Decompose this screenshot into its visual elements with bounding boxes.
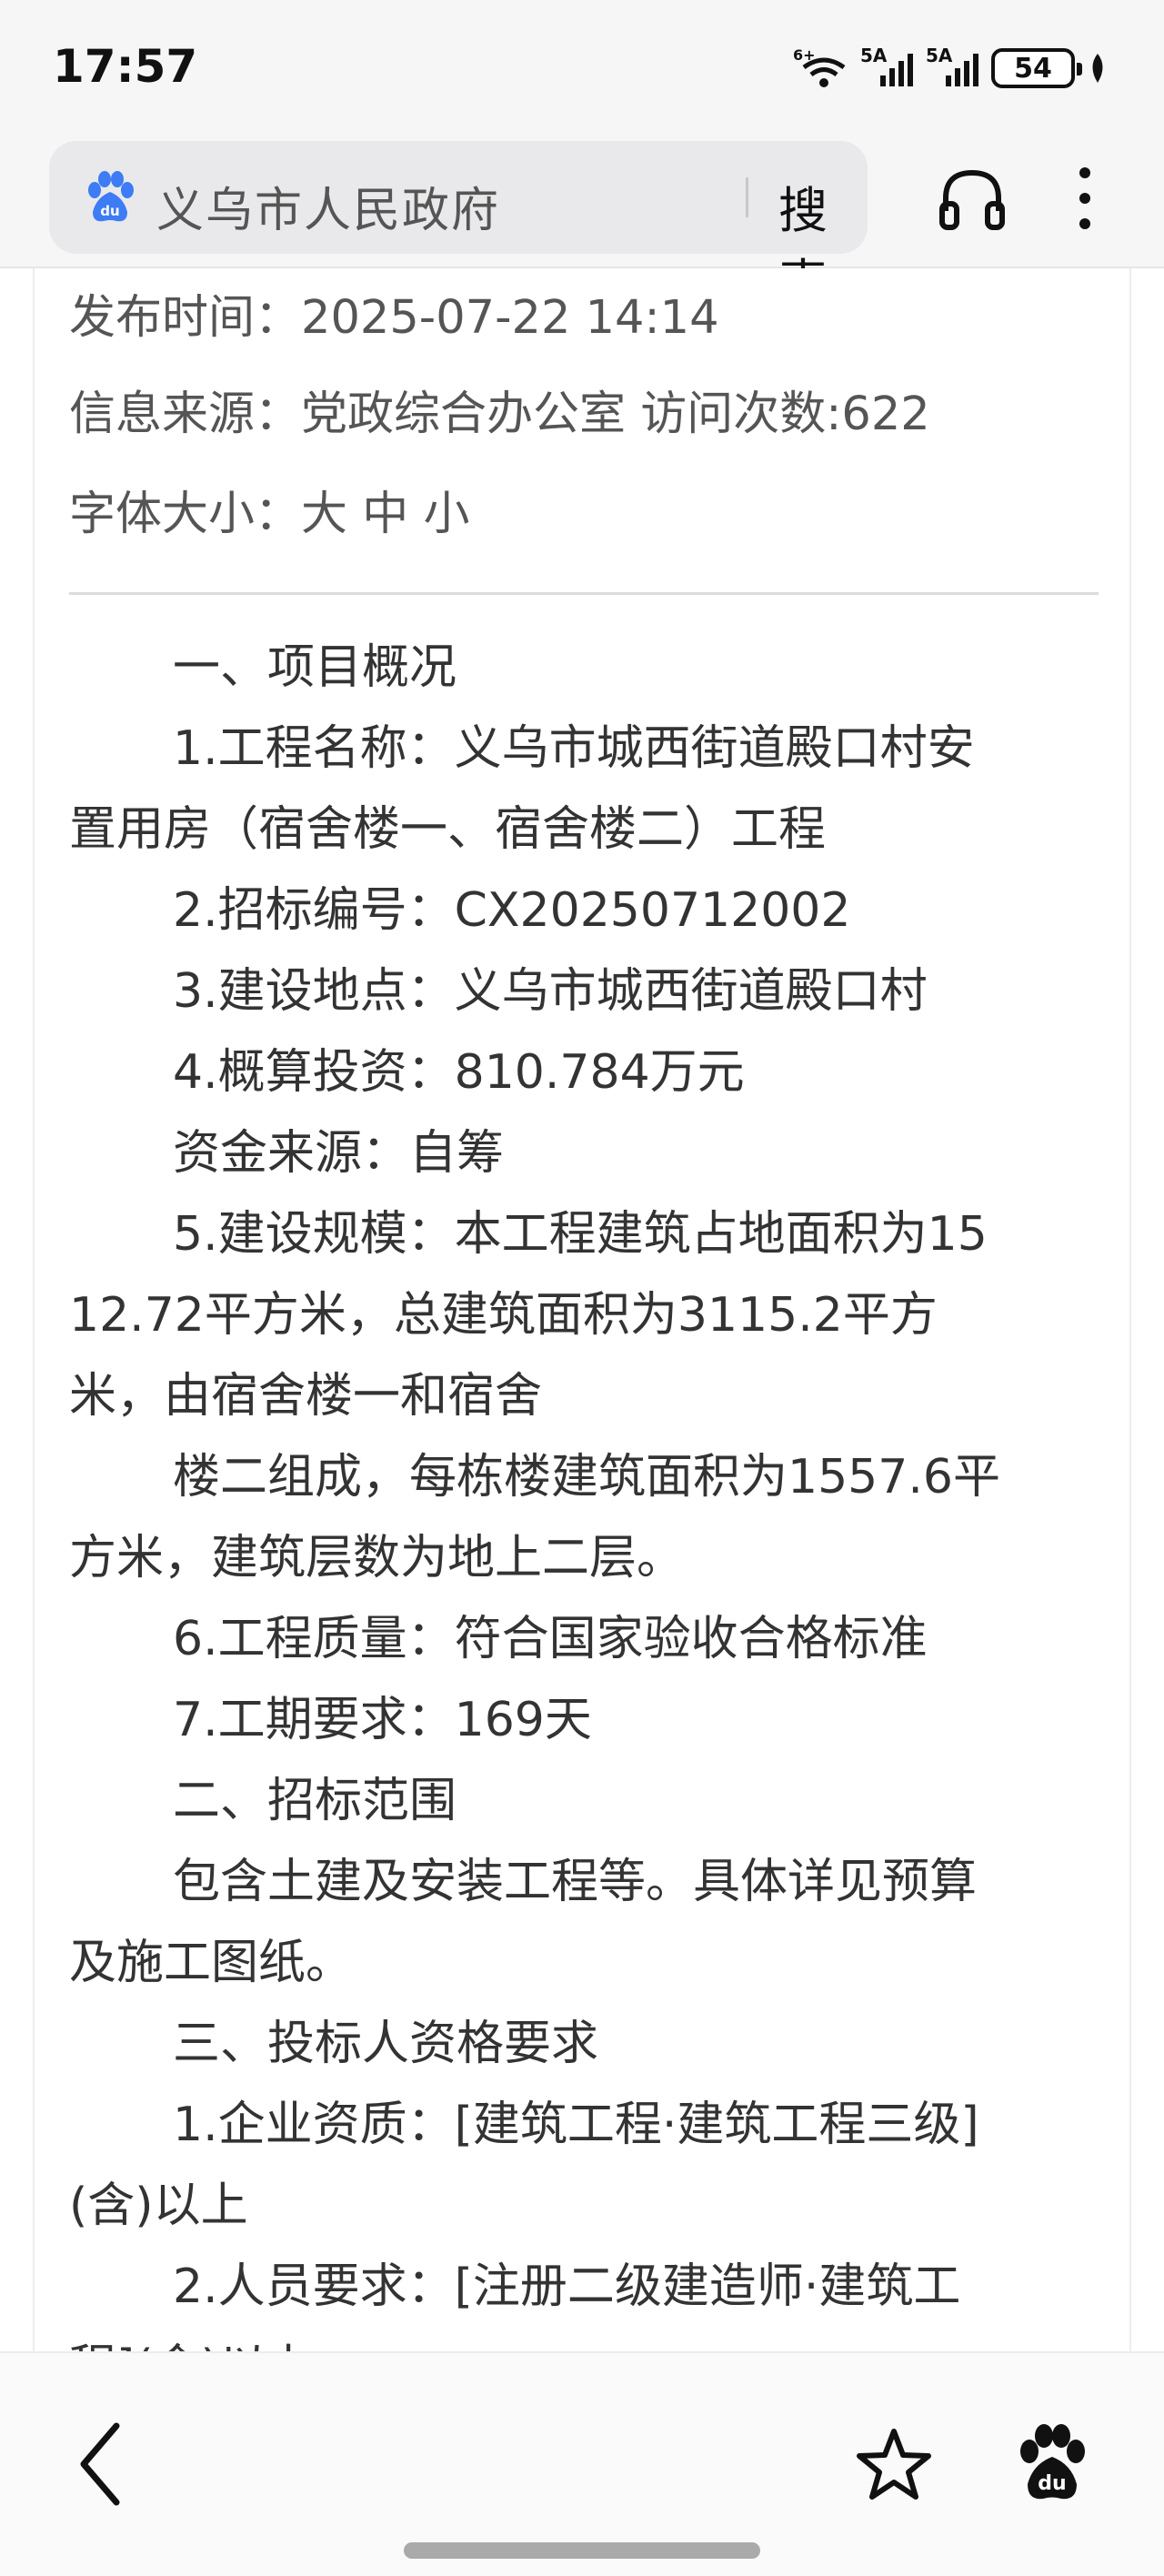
content-line: 2.招标编号：CX20250712002 (173, 883, 851, 938)
content-line: 包含土建及安装工程等。具体详见预算 (173, 1855, 978, 1909)
signal-1-icon: 5A (860, 45, 913, 86)
content-line: 三、投标人资格要求 (173, 2017, 599, 2071)
content-line: 方米，建筑层数为地上二层。 (69, 1531, 685, 1585)
content-line: 4.概算投资：810.784万元 (173, 1045, 745, 1100)
home-indicator[interactable] (404, 2542, 760, 2559)
signal-1-label: 5A (860, 45, 888, 66)
font-size-small[interactable]: 小 (423, 488, 469, 541)
search-query[interactable]: 义乌市人民政府 (156, 172, 500, 240)
content-line: 2.人员要求：[注册二级建造师·建筑工 (173, 2259, 961, 2314)
search-box[interactable]: du 义乌市人民政府 搜索 (49, 141, 868, 311)
content-line: 12.72平方米，总建筑面积为3115.2平方 (69, 1288, 938, 1343)
star-icon[interactable] (855, 2426, 933, 2504)
more-icon[interactable] (1071, 162, 1099, 235)
font-size-medium[interactable]: 中 (362, 488, 408, 541)
signal-2-icon: 5A (926, 45, 978, 86)
back-icon[interactable] (73, 2419, 127, 2510)
browser-header: du 义乌市人民政府 搜索 (0, 136, 1164, 311)
status-time: 17:57 (53, 40, 198, 93)
content-line: 米，由宿舍楼一和宿舍 (69, 1369, 543, 1424)
baidu-paw-icon[interactable]: du (1013, 2424, 1091, 2506)
status-icons: 6+ 5A 5A 54 (793, 45, 1108, 91)
article-content: 一、项目概况 1.工程名称：义乌市城西街道殿口村安置用房（宿舍楼一、宿舍楼二）工程… (69, 628, 1101, 2351)
content-line: 6.工程质量：符合国家验收合格标准 (173, 1612, 928, 1666)
content-line: 置用房（宿舍楼一、宿舍楼二）工程 (69, 802, 827, 857)
content-line: 7.工期要求：169天 (173, 1693, 592, 1747)
font-size-label: 字体大小： (69, 488, 302, 541)
leaf-icon (1092, 54, 1103, 83)
content-line: 资金来源：自筹 (173, 1126, 505, 1181)
battery-icon: 54 (991, 48, 1082, 88)
content-line: 5.建设规模：本工程建筑占地面积为15 (173, 1207, 988, 1262)
font-size-row: 字体大小：大 中 小 (69, 476, 470, 543)
status-bar: 17:57 6+ 5A 5A 54 (0, 0, 1164, 136)
svg-text:du: du (1038, 2472, 1066, 2495)
content-line: 二、招标范围 (173, 1774, 457, 1828)
search-divider (746, 177, 748, 217)
content-line: 程](含)以上 (69, 2328, 1101, 2351)
headset-icon[interactable] (933, 160, 1011, 238)
meta-divider (69, 592, 1099, 595)
content-line: 一、项目概况 (173, 640, 457, 695)
font-size-large[interactable]: 大 (301, 488, 347, 541)
svg-text:du: du (100, 203, 119, 219)
content-line: 3.建设地点：义乌市城西街道殿口村 (173, 964, 928, 1019)
content-line: (含)以上 (69, 2179, 248, 2233)
content-line: 及施工图纸。 (69, 1936, 354, 1990)
content-line: 1.工程名称：义乌市城西街道殿口村安 (173, 721, 975, 776)
wifi-icon: 6+ (793, 47, 846, 87)
content-line: 1.企业资质：[建筑工程·建筑工程三级] (173, 2098, 979, 2152)
content-line: 楼二组成，每栋楼建筑面积为1557.6平 (173, 1450, 1000, 1504)
info-source: 信息来源：党政综合办公室 访问次数:622 (69, 387, 930, 441)
battery-level: 54 (1014, 52, 1052, 85)
signal-2-label: 5A (926, 45, 953, 66)
baidu-paw-icon: du (88, 171, 134, 222)
article-card: 发布时间：2025-07-22 14:14 信息来源：党政综合办公室 访问次数:… (33, 268, 1131, 2351)
publish-time: 发布时间：2025-07-22 14:14 (69, 291, 719, 345)
bottom-toolbar: du (0, 2351, 1164, 2576)
